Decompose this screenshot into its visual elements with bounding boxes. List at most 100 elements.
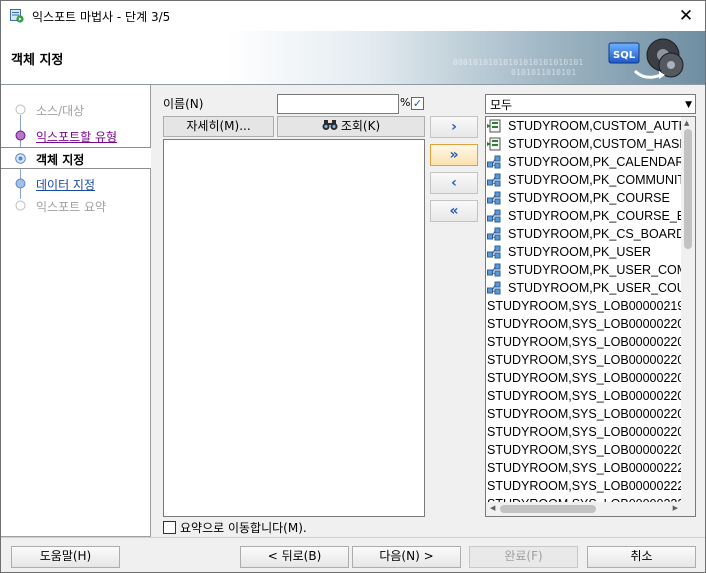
- cancel-button[interactable]: 취소: [587, 546, 696, 568]
- list-item-label: STUDYROOM,SYS_LOB0000022015: [487, 389, 682, 403]
- details-button[interactable]: 자세히(M)...: [163, 116, 274, 137]
- finish-button[interactable]: 완료(F): [469, 546, 578, 568]
- remove-selected-button[interactable]: ‹: [430, 172, 478, 194]
- go-to-summary-checkbox[interactable]: [163, 521, 176, 534]
- sql-export-illustration: SQL: [608, 38, 684, 79]
- list-item[interactable]: STUDYROOM,SYS_LOB0000022008: [486, 369, 682, 387]
- available-objects-list[interactable]: [163, 139, 425, 517]
- list-item[interactable]: STUDYROOM,PK_USER_COUR: [486, 279, 682, 297]
- percent-sign: %: [400, 96, 411, 109]
- help-button[interactable]: 도움말(H): [11, 546, 120, 568]
- step-label: 객체 지정: [36, 153, 85, 167]
- list-item-label: STUDYROOM,PK_CALENDAR_: [508, 155, 682, 169]
- go-to-summary-label: 요약으로 이동합니다(M).: [180, 521, 307, 535]
- index-icon: [487, 191, 501, 205]
- add-all-button[interactable]: »: [430, 144, 478, 166]
- query-button[interactable]: 조회(K): [277, 116, 425, 137]
- title-bar: 익스포트 마법사 - 단계 3/5 ✕: [1, 1, 705, 31]
- list-item-label: STUDYROOM,PK_USER_COUR: [508, 281, 682, 295]
- dropdown-arrow-icon: ▼: [685, 100, 692, 110]
- step-specify-data[interactable]: 데이터 지정: [1, 173, 151, 195]
- scrollbar-thumb[interactable]: [500, 505, 596, 513]
- query-button-label: 조회(K): [340, 119, 381, 133]
- sql-text: SQL: [613, 50, 636, 61]
- list-item[interactable]: STUDYROOM,SYS_LOB0000022236: [486, 459, 682, 477]
- remove-all-button[interactable]: «: [430, 200, 478, 222]
- list-item[interactable]: STUDYROOM,PK_COMMUNITY: [486, 171, 682, 189]
- close-button[interactable]: ✕: [675, 5, 697, 27]
- list-item[interactable]: STUDYROOM,PK_CALENDAR_: [486, 153, 682, 171]
- list-item-label: STUDYROOM,CUSTOM_AUTH: [508, 119, 682, 133]
- chevron-left-icon: ‹: [451, 175, 457, 191]
- checkmark-icon: ✓: [412, 97, 423, 110]
- window-title: 익스포트 마법사 - 단계 3/5: [32, 10, 171, 24]
- step-export-type[interactable]: 익스포트할 유형: [1, 125, 151, 147]
- selected-objects-rows: STUDYROOM,CUSTOM_AUTH STUDYROOM,CUSTOM_HA…: [486, 117, 682, 503]
- step-node-icon: [15, 153, 26, 164]
- list-item[interactable]: STUDYROOM,PK_COURSE_BO: [486, 207, 682, 225]
- list-item-label: STUDYROOM,SYS_LOB0000022023: [487, 407, 682, 421]
- step-label: 익스포트 요약: [36, 200, 107, 214]
- list-item-label: STUDYROOM,SYS_LOB0000021987: [487, 299, 682, 313]
- list-item[interactable]: STUDYROOM,PK_USER: [486, 243, 682, 261]
- list-item[interactable]: STUDYROOM,PK_COURSE: [486, 189, 682, 207]
- index-icon: [487, 155, 501, 169]
- scroll-left-icon: ◀: [490, 504, 496, 512]
- horizontal-scrollbar[interactable]: ◀ ▶: [486, 502, 695, 516]
- list-item[interactable]: STUDYROOM,SYS_LOB0000022023: [486, 405, 682, 423]
- list-item-label: STUDYROOM,PK_COURSE: [508, 191, 670, 205]
- close-icon: ✕: [678, 6, 694, 26]
- step-node-icon: [15, 178, 26, 189]
- step-specify-objects[interactable]: 객체 지정: [1, 147, 151, 169]
- list-item-label: STUDYROOM,SYS_LOB0000022245: [487, 479, 682, 493]
- list-item-label: STUDYROOM,PK_CS_BOARD: [508, 227, 682, 241]
- list-item-label: STUDYROOM,SYS_LOB0000022236: [487, 461, 682, 475]
- list-item[interactable]: STUDYROOM,PK_CS_BOARD: [486, 225, 682, 243]
- list-item-label: STUDYROOM,PK_USER: [508, 245, 652, 259]
- list-item-label: STUDYROOM,SYS_LOB0000022027: [487, 443, 682, 457]
- list-item[interactable]: STUDYROOM,CUSTOM_HASH: [486, 135, 682, 153]
- schema-filter-select[interactable]: 모두 ▼: [485, 94, 696, 114]
- list-item[interactable]: STUDYROOM,SYS_LOB0000022245: [486, 477, 682, 495]
- index-icon: [487, 245, 501, 259]
- step-label: 데이터 지정: [36, 178, 96, 192]
- list-item[interactable]: STUDYROOM,CUSTOM_AUTH: [486, 117, 682, 135]
- list-item[interactable]: STUDYROOM,SYS_LOB0000022015: [486, 387, 682, 405]
- index-icon: [487, 263, 501, 277]
- list-item-label: STUDYROOM,PK_COMMUNITY: [508, 173, 682, 187]
- package-icon: [487, 137, 501, 151]
- list-item-label: STUDYROOM,SYS_LOB0000022002: [487, 317, 682, 331]
- banner-binary-text: 00010101010101010101010101: [453, 58, 584, 67]
- export-wizard-icon: [10, 9, 24, 23]
- chevron-right-icon: ›: [451, 119, 457, 135]
- cancel-button-label: 취소: [630, 549, 653, 563]
- next-button[interactable]: 다음(N) >: [352, 546, 461, 568]
- list-item[interactable]: STUDYROOM,SYS_LOB0000022027: [486, 441, 682, 459]
- back-button[interactable]: < 뒤로(B): [240, 546, 349, 568]
- index-icon: [487, 209, 501, 223]
- list-item[interactable]: STUDYROOM,SYS_LOB0000022008: [486, 351, 682, 369]
- export-wizard-window: 익스포트 마법사 - 단계 3/5 ✕ 객체 지정 00010101010101…: [0, 0, 706, 573]
- selected-objects-list[interactable]: STUDYROOM,CUSTOM_AUTH STUDYROOM,CUSTOM_HA…: [485, 116, 696, 517]
- list-item-label: STUDYROOM,CUSTOM_HASH: [508, 137, 682, 151]
- name-filter-input[interactable]: [277, 94, 399, 114]
- step-label: 익스포트할 유형: [36, 130, 118, 144]
- list-item[interactable]: STUDYROOM,SYS_LOB0000021987: [486, 297, 682, 315]
- index-icon: [487, 281, 501, 295]
- binoculars-icon: [322, 120, 338, 130]
- footer-divider: [1, 537, 705, 538]
- step-node-icon: [15, 200, 26, 211]
- list-item-label: STUDYROOM,SYS_LOB0000022008: [487, 353, 682, 367]
- list-item[interactable]: STUDYROOM,SYS_LOB0000022002: [486, 333, 682, 351]
- add-selected-button[interactable]: ›: [430, 116, 478, 138]
- step-source-target: 소스/대상: [1, 99, 151, 121]
- list-item[interactable]: STUDYROOM,PK_USER_COMM: [486, 261, 682, 279]
- help-button-label: 도움말(H): [39, 549, 92, 563]
- vertical-scrollbar[interactable]: ▲: [681, 117, 695, 503]
- list-item[interactable]: STUDYROOM,SYS_LOB0000022002: [486, 315, 682, 333]
- wildcard-checkbox[interactable]: ✓: [411, 97, 424, 110]
- scrollbar-thumb[interactable]: [684, 129, 692, 249]
- list-item[interactable]: STUDYROOM,SYS_LOB0000022027: [486, 423, 682, 441]
- index-icon: [487, 173, 501, 187]
- finish-button-label: 완료(F): [504, 549, 543, 563]
